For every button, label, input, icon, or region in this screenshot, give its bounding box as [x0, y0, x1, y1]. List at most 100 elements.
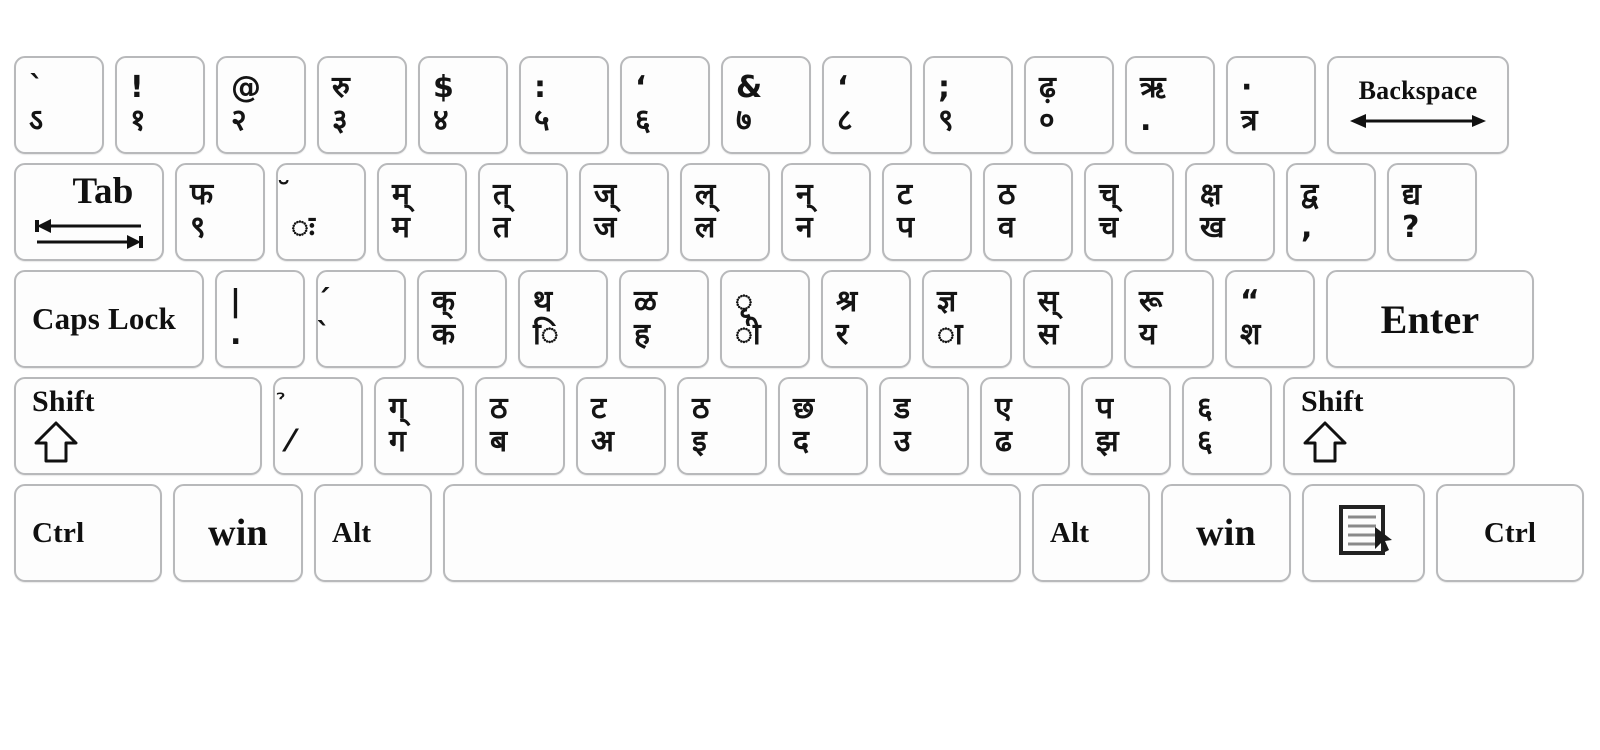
key-backspace[interactable]: Backspace — [1327, 56, 1509, 154]
key-legend-shift: द्य — [1402, 177, 1421, 213]
key-w[interactable]: ̆ ः — [276, 163, 366, 261]
key-comma[interactable]: ए ढ — [980, 377, 1070, 475]
key-label-capslock: Caps Lock — [32, 301, 176, 336]
key-slash[interactable]: ६ ६ — [1182, 377, 1272, 475]
key-r[interactable]: त् त — [478, 163, 568, 261]
key-legend-base: व — [998, 210, 1015, 245]
key-legend-shift: ! — [130, 70, 144, 106]
key-legend-base: ब — [490, 424, 508, 459]
key-enter[interactable]: Enter — [1326, 270, 1534, 368]
key-e[interactable]: म् म — [377, 163, 467, 261]
context-menu-icon — [1335, 502, 1393, 565]
key-legend-base: च — [1099, 210, 1119, 245]
key-legend-shift: न् — [796, 177, 813, 213]
key-u[interactable]: न् न — [781, 163, 871, 261]
key-backquote[interactable]: ` ऽ — [14, 56, 104, 154]
key-alt-left[interactable]: Alt — [314, 484, 432, 582]
key-t[interactable]: ज् ज — [579, 163, 669, 261]
key-7[interactable]: & ७ — [721, 56, 811, 154]
key-backslash[interactable]: द्य ? — [1387, 163, 1477, 261]
key-v[interactable]: ट अ — [576, 377, 666, 475]
tab-arrows-icon — [29, 217, 149, 254]
key-9[interactable]: ; ९ — [923, 56, 1013, 154]
key-legend-shift: म् — [392, 177, 410, 213]
left-arrow-icon — [1348, 112, 1488, 135]
key-win-right[interactable]: win — [1161, 484, 1291, 582]
key-3[interactable]: रु ३ — [317, 56, 407, 154]
key-i[interactable]: ट प — [882, 163, 972, 261]
key-shift-right[interactable]: Shift — [1283, 377, 1515, 475]
key-label-alt: Alt — [332, 516, 372, 549]
keyboard: ` ऽ ! १ @ २ रु ३ $ ४: ५ ‘ ६ & ७ ‘ ८ ; ९… — [0, 0, 1600, 750]
key-legend-base: ल — [695, 210, 716, 245]
key-p[interactable]: च् च — [1084, 163, 1174, 261]
key-period[interactable]: प झ — [1081, 377, 1171, 475]
key-legend-shift: द्व — [1301, 177, 1319, 213]
key-j[interactable]: श्र र — [821, 270, 911, 368]
key-c[interactable]: ठ ब — [475, 377, 565, 475]
key-l[interactable]: स् स — [1023, 270, 1113, 368]
key-legend-shift: ल् — [695, 177, 716, 213]
key-capslock[interactable]: Caps Lock — [14, 270, 204, 368]
key-legend-base: . — [230, 317, 242, 352]
key-x[interactable]: ग् ग — [374, 377, 464, 475]
key-legend-shift: ट — [591, 391, 607, 427]
key-k[interactable]: ज्ञ ा — [922, 270, 1012, 368]
key-legend-shift: फ — [190, 177, 214, 213]
key-legend-base: प — [897, 210, 915, 245]
key-m[interactable]: ड उ — [879, 377, 969, 475]
key-legend-shift: च् — [1099, 177, 1119, 213]
key-1[interactable]: ! १ — [115, 56, 205, 154]
key-g[interactable]: ळ ह — [619, 270, 709, 368]
key-alt-right[interactable]: Alt — [1032, 484, 1150, 582]
key-z[interactable]: ̉ ⁄ — [273, 377, 363, 475]
key-legend-base: ? — [1402, 210, 1420, 245]
key-2[interactable]: @ २ — [216, 56, 306, 154]
key-legend-base: ० — [1039, 103, 1055, 138]
key-legend-base: ः — [291, 210, 315, 245]
key-menu[interactable] — [1302, 484, 1425, 582]
key-5[interactable]: : ५ — [519, 56, 609, 154]
key-space[interactable] — [443, 484, 1021, 582]
key-legend-shift: ए — [995, 391, 1012, 427]
key-legend-shift: क् — [432, 284, 456, 320]
key-legend-base: श — [1240, 317, 1261, 352]
key-label-alt: Alt — [1050, 516, 1090, 549]
key-b[interactable]: ठ इ — [677, 377, 767, 475]
key-h[interactable]: ृ ी — [720, 270, 810, 368]
key-n[interactable]: छ द — [778, 377, 868, 475]
key-o[interactable]: ठ व — [983, 163, 1073, 261]
key-a[interactable]: | . — [215, 270, 305, 368]
key-d[interactable]: क् क — [417, 270, 507, 368]
key-bracketleft[interactable]: क्ष ख — [1185, 163, 1275, 261]
key-legend-base: . — [1140, 103, 1152, 138]
key-win-left[interactable]: win — [173, 484, 303, 582]
key-legend-base: झ — [1096, 424, 1119, 459]
key-legend-base: य — [1139, 317, 1157, 352]
key-legend-shift: ज्ञ — [937, 284, 957, 320]
key-legend-base: ७ — [736, 103, 752, 138]
key-tab[interactable]: Tab — [14, 163, 164, 261]
key-label-shift: Shift — [1301, 384, 1364, 418]
key-s[interactable]: ́ ̀ — [316, 270, 406, 368]
key-q[interactable]: फ ९ — [175, 163, 265, 261]
key-y[interactable]: ल् ल — [680, 163, 770, 261]
key-ctrl-left[interactable]: Ctrl — [14, 484, 162, 582]
key-0[interactable]: ढ़ ० — [1024, 56, 1114, 154]
key-minus[interactable]: ऋ . — [1125, 56, 1215, 154]
key-legend-base: १ — [130, 103, 146, 138]
key-6[interactable]: ‘ ६ — [620, 56, 710, 154]
key-f[interactable]: थ ि — [518, 270, 608, 368]
key-legend-shift: श्र — [836, 284, 858, 320]
key-legend-base: ६ — [635, 103, 651, 138]
key-quote[interactable]: “ श — [1225, 270, 1315, 368]
key-shift-left[interactable]: Shift — [14, 377, 262, 475]
key-4[interactable]: $ ४ — [418, 56, 508, 154]
key-legend-base: ⁄ — [288, 424, 294, 459]
key-8[interactable]: ‘ ८ — [822, 56, 912, 154]
up-arrow-outline-icon — [1301, 421, 1349, 468]
key-ctrl-right[interactable]: Ctrl — [1436, 484, 1584, 582]
key-bracketright[interactable]: द्व , — [1286, 163, 1376, 261]
key-semicolon[interactable]: रू य — [1124, 270, 1214, 368]
key-equal[interactable]: · त्र — [1226, 56, 1316, 154]
